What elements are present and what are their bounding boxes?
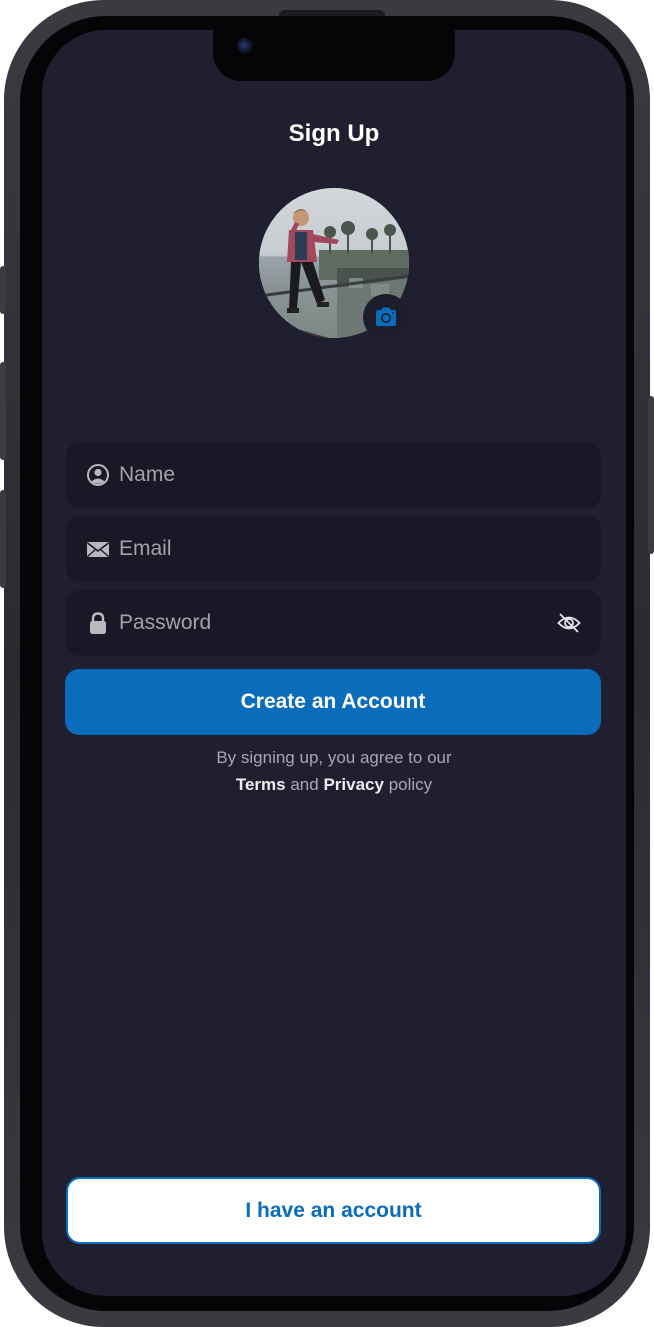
terms-link[interactable]: Terms [236,775,286,794]
lock-icon [90,612,106,634]
email-field[interactable] [66,516,601,582]
volume-down-button [0,490,6,588]
have-account-button[interactable]: I have an account [66,1177,601,1244]
name-input[interactable] [119,442,539,508]
terms-suffix: policy [388,775,433,794]
terms-line: Terms and Privacy policy [42,771,626,798]
eye-slash-icon[interactable] [557,612,581,634]
terms-conjunction: and [290,775,319,794]
camera-icon [376,307,396,326]
envelope-icon [87,542,109,558]
email-input[interactable] [119,516,539,582]
front-camera-icon [237,38,253,54]
privacy-link[interactable]: Privacy [323,775,384,794]
action-button [0,266,6,314]
password-field[interactable] [66,590,601,656]
phone-frame: Sign Up Name Email Create an Account By … [0,0,654,1327]
name-field[interactable] [66,442,601,508]
sign-up-screen: Sign Up Name Email Create an Account By … [42,30,626,1296]
volume-up-button [0,362,6,460]
notch [213,30,455,81]
power-button [648,396,654,554]
change-photo-button[interactable] [363,294,409,340]
terms-notice: By signing up, you agree to our Terms an… [42,744,626,798]
create-account-button[interactable]: Create an Account [65,669,601,735]
user-circle-icon [87,464,109,486]
page-title: Sign Up [288,120,380,147]
terms-prefix: By signing up, you agree to our [216,748,452,767]
password-input[interactable] [119,590,539,656]
